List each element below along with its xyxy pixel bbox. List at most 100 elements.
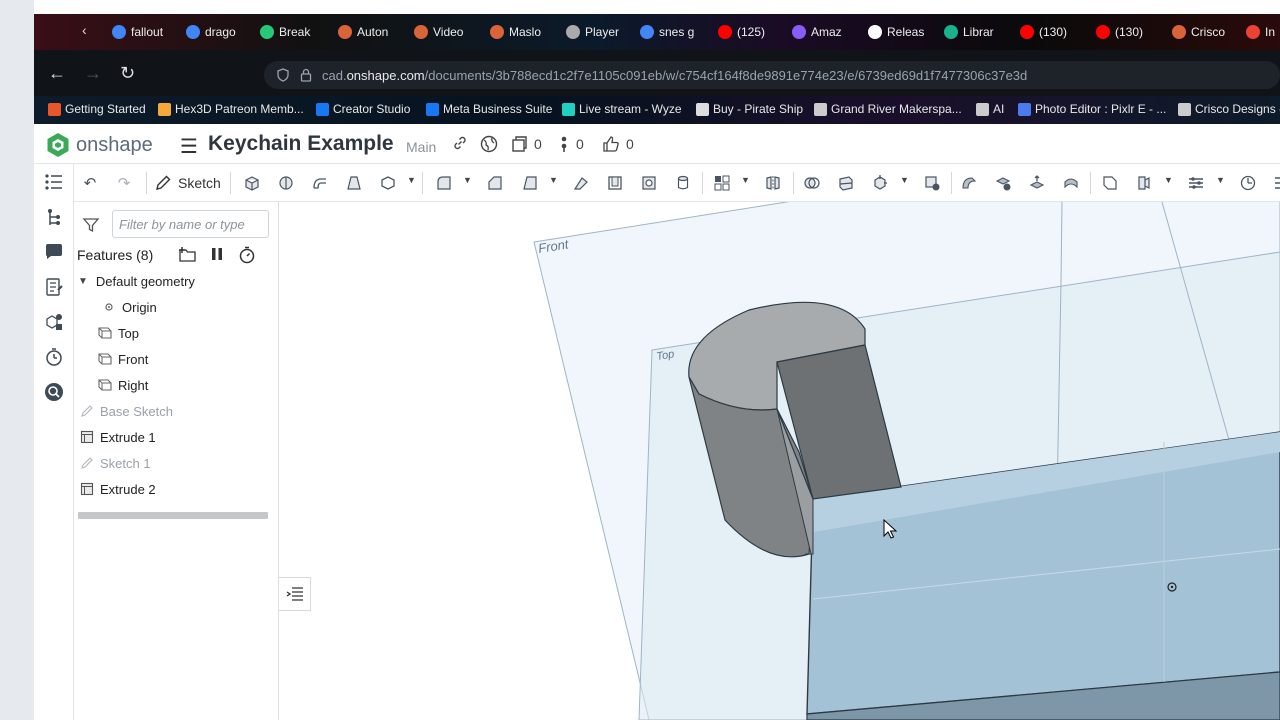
chevron-down-icon[interactable]: ▼: [1164, 175, 1173, 185]
feature-row-right-plane[interactable]: Right: [74, 372, 279, 398]
bookmark-item[interactable]: Hex3D Patreon Memb...: [158, 102, 304, 116]
filter-icon[interactable]: [82, 216, 100, 239]
chevron-down-icon[interactable]: ▼: [78, 276, 88, 287]
add-folder-icon[interactable]: [178, 246, 198, 267]
bookmark-item[interactable]: Crisco Designs -: [1178, 102, 1280, 116]
back-icon[interactable]: ←: [48, 62, 66, 84]
globe-icon[interactable]: [480, 135, 498, 153]
feature-row-top-plane[interactable]: Top: [74, 320, 279, 346]
stopwatch-icon[interactable]: [238, 246, 256, 267]
chevron-down-icon[interactable]: ▼: [549, 175, 558, 185]
chevron-down-icon[interactable]: ▼: [463, 175, 472, 185]
parts-icon[interactable]: [43, 311, 65, 333]
rib-icon[interactable]: [570, 172, 592, 194]
chevron-down-icon[interactable]: ▼: [1216, 175, 1225, 185]
hamburger-menu-icon[interactable]: ☰: [180, 134, 198, 159]
bookmark-item[interactable]: Photo Editor : Pixlr E - ...: [1018, 102, 1166, 116]
loft-icon[interactable]: [343, 172, 365, 194]
feature-list-icon[interactable]: [43, 171, 65, 193]
feature-filter-input[interactable]: [112, 210, 269, 238]
delete-part-icon[interactable]: [921, 172, 943, 194]
bookmark-item[interactable]: Meta Business Suite: [426, 102, 552, 116]
browser-tab[interactable]: Auton: [338, 23, 396, 41]
draft-icon[interactable]: [519, 172, 541, 194]
feature-row-extrude-1[interactable]: Extrude 1: [74, 424, 279, 450]
feature-row-base-sketch[interactable]: Base Sketch: [74, 398, 279, 424]
feature-row-extrude-2[interactable]: Extrude 2: [74, 476, 279, 502]
bookmark-item[interactable]: Grand River Makerspa...: [814, 102, 962, 116]
browser-tab[interactable]: In: [1246, 23, 1280, 41]
rollback-bar[interactable]: [78, 512, 268, 519]
browser-tab[interactable]: snes g: [640, 23, 698, 41]
link-icon[interactable]: [452, 135, 468, 151]
sweep-icon[interactable]: [309, 172, 331, 194]
bookmark-item[interactable]: Getting Started: [48, 102, 146, 116]
sketch-button[interactable]: Sketch: [154, 172, 221, 194]
browser-tab[interactable]: Crisco: [1172, 23, 1230, 41]
boolean-icon[interactable]: [801, 172, 823, 194]
mate-connector-icon[interactable]: [1133, 172, 1155, 194]
browser-tab[interactable]: drago: [186, 23, 244, 41]
notes-icon[interactable]: [43, 276, 65, 298]
chevron-down-icon[interactable]: ▼: [407, 175, 416, 185]
thicken-icon[interactable]: [377, 172, 399, 194]
graphics-viewport[interactable]: Front Top: [279, 202, 1280, 720]
versions-button[interactable]: 0: [510, 135, 542, 153]
browser-tab[interactable]: Maslo: [490, 23, 548, 41]
transform-icon[interactable]: [869, 172, 891, 194]
default-geometry-folder[interactable]: ▼ Default geometry: [74, 268, 279, 294]
chamfer-icon[interactable]: [484, 172, 506, 194]
configurations-icon[interactable]: [43, 207, 65, 229]
tab-scroll-left-icon[interactable]: ‹: [82, 22, 87, 38]
more-tools-icon[interactable]: [1268, 172, 1280, 194]
feature-row-sketch-1[interactable]: Sketch 1: [74, 450, 279, 476]
move-face-icon[interactable]: [1026, 172, 1048, 194]
bookmark-item[interactable]: AI: [976, 102, 1004, 116]
pattern-icon[interactable]: [711, 172, 733, 194]
bookmark-item[interactable]: Buy - Pirate Ship: [696, 102, 803, 116]
bookmark-item[interactable]: Creator Studio: [316, 102, 410, 116]
collapse-panel-button[interactable]: [279, 577, 311, 611]
cylinder-icon[interactable]: [672, 172, 694, 194]
shell-icon[interactable]: [604, 172, 626, 194]
measure-icon[interactable]: [1237, 172, 1259, 194]
browser-tab[interactable]: Amaz: [792, 23, 850, 41]
browser-tab[interactable]: Player: [566, 23, 624, 41]
browser-tab[interactable]: (125): [718, 23, 776, 41]
undo-icon[interactable]: ↶: [79, 172, 101, 194]
like-button[interactable]: 0: [602, 135, 634, 153]
redo-icon[interactable]: ↷: [113, 172, 135, 194]
address-bar[interactable]: cad.onshape.com/documents/3b788ecd1c2f7e…: [264, 61, 1280, 89]
hole-icon[interactable]: [638, 172, 660, 194]
mirror-icon[interactable]: [762, 172, 784, 194]
variable-icon[interactable]: [1185, 172, 1207, 194]
onshape-logo[interactable]: onshape: [46, 132, 153, 158]
comments-icon[interactable]: [43, 241, 65, 263]
bookmark-item[interactable]: Live stream - Wyze: [562, 102, 682, 116]
search-tools-icon[interactable]: [43, 381, 65, 403]
browser-tab[interactable]: (130): [1096, 23, 1154, 41]
chevron-down-icon[interactable]: ▼: [900, 175, 909, 185]
document-title[interactable]: Keychain Example: [208, 132, 394, 156]
modify-fillet-icon[interactable]: [958, 172, 980, 194]
branches-button[interactable]: 0: [558, 135, 584, 153]
rollback-pause-icon[interactable]: [210, 246, 224, 265]
browser-tab[interactable]: Librar: [944, 23, 1002, 41]
history-icon[interactable]: [43, 346, 65, 368]
replace-face-icon[interactable]: [1060, 172, 1082, 194]
browser-tab[interactable]: Releas: [868, 23, 926, 41]
browser-tab[interactable]: (130): [1020, 23, 1078, 41]
feature-row-origin[interactable]: Origin: [74, 294, 279, 320]
browser-tab[interactable]: fallout: [112, 23, 170, 41]
browser-tab[interactable]: Video: [414, 23, 472, 41]
delete-face-icon[interactable]: [992, 172, 1014, 194]
revolve-icon[interactable]: [275, 172, 297, 194]
split-icon[interactable]: [835, 172, 857, 194]
extrude-icon[interactable]: [241, 172, 263, 194]
reload-icon[interactable]: ↻: [120, 62, 135, 84]
plane-icon[interactable]: [1099, 172, 1121, 194]
feature-row-front-plane[interactable]: Front: [74, 346, 279, 372]
branch-label[interactable]: Main: [406, 139, 436, 155]
browser-tab[interactable]: Break: [260, 23, 318, 41]
chevron-down-icon[interactable]: ▼: [741, 175, 750, 185]
